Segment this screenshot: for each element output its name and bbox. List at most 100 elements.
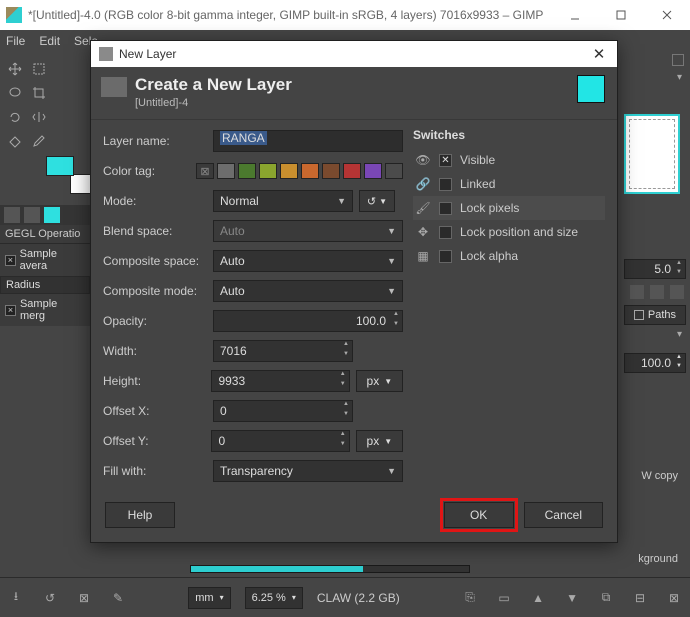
chevron-down-icon[interactable]: ▾ — [677, 329, 682, 341]
dock-tab-icon[interactable] — [4, 207, 20, 223]
opacity-value: 100.0 — [356, 314, 386, 328]
switch-row: 🖌Lock pixels — [413, 196, 605, 220]
close-button[interactable] — [644, 0, 690, 30]
anchor-icon[interactable]: ⎘ — [462, 590, 478, 606]
dialog-icon — [99, 47, 113, 61]
dialog-header: Create a New Layer [Untitled]-4 — [91, 67, 617, 120]
switch-checkbox[interactable] — [439, 178, 452, 191]
dialog-close-button[interactable]: ✕ — [585, 45, 613, 63]
fill-value: Transparency — [220, 464, 293, 478]
color-tag-swatch[interactable]: ⊠ — [196, 163, 214, 179]
width-label: Width: — [103, 344, 207, 358]
alpha-icon: ▦ — [415, 248, 431, 264]
merge-icon[interactable]: ⊟ — [632, 590, 648, 606]
color-tag-swatch[interactable] — [238, 163, 256, 179]
app-icon — [6, 7, 22, 23]
dock-icon[interactable] — [650, 285, 664, 299]
dock-tab-icon[interactable] — [24, 207, 40, 223]
dock-icon[interactable] — [670, 285, 684, 299]
composite-space-value: Auto — [220, 254, 245, 268]
layer-opacity-spinbox[interactable]: 100.0 ▲▼ — [624, 353, 686, 373]
switch-checkbox[interactable] — [439, 226, 452, 239]
blend-space-combo[interactable]: Auto▼ — [213, 220, 403, 242]
chevron-down-icon[interactable]: ▾ — [677, 72, 682, 84]
fg-color-swatch[interactable] — [46, 156, 74, 176]
maximize-button[interactable] — [598, 0, 644, 30]
flip-tool-icon[interactable] — [28, 106, 50, 128]
zoom-label: 6.25 % — [252, 592, 286, 604]
sample-merged-checkbox[interactable]: × — [5, 305, 16, 316]
composite-mode-combo[interactable]: Auto▼ — [213, 280, 403, 302]
bucket-fill-icon[interactable] — [4, 130, 26, 152]
crop-tool-icon[interactable] — [28, 82, 50, 104]
fill-combo[interactable]: Transparency▼ — [213, 460, 403, 482]
new-layer-icon[interactable]: ▭ — [496, 590, 512, 606]
eyedropper-icon[interactable] — [28, 130, 50, 152]
color-tag-swatch[interactable] — [301, 163, 319, 179]
dock-expand-icon[interactable] — [672, 54, 684, 66]
offset-unit-label: px — [367, 434, 380, 448]
composite-space-combo[interactable]: Auto▼ — [213, 250, 403, 272]
color-tag-swatch[interactable] — [364, 163, 382, 179]
minimize-button[interactable] — [552, 0, 598, 30]
switches-column: Switches 👁✕Visible🔗Linked🖌Lock pixels✥Lo… — [413, 126, 605, 486]
zoom-select[interactable]: 6.25 %▾ — [245, 587, 303, 609]
color-tag-swatch[interactable] — [259, 163, 277, 179]
color-tag-swatch[interactable] — [280, 163, 298, 179]
navigation-thumbnail[interactable] — [624, 114, 680, 194]
switch-checkbox[interactable] — [439, 202, 452, 215]
delete-layer-icon[interactable]: ⊠ — [666, 590, 682, 606]
color-tag-swatch[interactable] — [217, 163, 235, 179]
dock-tab-icon[interactable] — [44, 207, 60, 223]
help-button[interactable]: Help — [105, 502, 175, 528]
save-icon[interactable]: ⭳ — [8, 590, 24, 606]
color-tag-swatch[interactable] — [385, 163, 403, 179]
color-swatches[interactable] — [50, 160, 94, 190]
duplicate-icon[interactable]: ⧉ — [598, 590, 614, 606]
lower-icon[interactable]: ▼ — [564, 590, 580, 606]
offset-x-value: 0 — [220, 404, 227, 418]
raise-icon[interactable]: ▲ — [530, 590, 546, 606]
offset-y-spinbox[interactable]: 0▲▼ — [211, 430, 349, 452]
switch-row: ✥Lock position and size — [413, 220, 605, 244]
offset-x-spinbox[interactable]: 0▲▼ — [213, 400, 353, 422]
color-tag-swatch[interactable] — [343, 163, 361, 179]
horizontal-scrollbar[interactable] — [190, 565, 470, 573]
help-button-label: Help — [128, 508, 153, 522]
width-spinbox[interactable]: 7016▲▼ — [213, 340, 353, 362]
color-tag-picker: ⊠ — [196, 163, 403, 179]
menu-edit[interactable]: Edit — [39, 34, 60, 48]
color-tag-swatch[interactable] — [322, 163, 340, 179]
dock-icon[interactable] — [630, 285, 644, 299]
height-spinbox[interactable]: 9933▲▼ — [211, 370, 349, 392]
size-unit-label: px — [367, 374, 380, 388]
sample-averaged-checkbox[interactable]: × — [5, 255, 16, 266]
offset-y-label: Offset Y: — [103, 434, 205, 448]
ok-button[interactable]: OK — [444, 502, 514, 528]
offset-unit-select[interactable]: px▼ — [356, 430, 403, 452]
revert-icon[interactable]: ↺ — [42, 590, 58, 606]
tool-icon[interactable]: ✎ — [110, 590, 126, 606]
unit-select[interactable]: mm▾ — [188, 587, 230, 609]
move-tool-icon[interactable] — [4, 58, 26, 80]
paths-icon — [634, 310, 644, 320]
layer-name-input[interactable]: RANGA — [213, 130, 403, 152]
delete-icon[interactable]: ⊠ — [76, 590, 92, 606]
switch-checkbox[interactable]: ✕ — [439, 154, 452, 167]
size-unit-select[interactable]: px▼ — [356, 370, 403, 392]
rotate-tool-icon[interactable] — [4, 106, 26, 128]
lasso-tool-icon[interactable] — [4, 82, 26, 104]
rect-select-icon[interactable] — [28, 58, 50, 80]
layer-name-peek: W copy — [641, 470, 678, 482]
cancel-button[interactable]: Cancel — [524, 502, 603, 528]
tool-op-label: GEGL Operatio — [0, 225, 90, 244]
radius-field[interactable]: Radius — [0, 276, 90, 294]
mode-combo[interactable]: Normal▼ — [213, 190, 353, 212]
menu-file[interactable]: File — [6, 34, 25, 48]
paths-tab[interactable]: Paths — [624, 305, 686, 325]
opacity-slider[interactable]: 100.0▲▼ — [213, 310, 403, 332]
zoom-spinbox[interactable]: 5.0 ▲▼ — [624, 259, 686, 279]
mode-reset-button[interactable]: ↺▼ — [359, 190, 395, 212]
main-titlebar: *[Untitled]-4.0 (RGB color 8-bit gamma i… — [0, 0, 690, 30]
switch-checkbox[interactable] — [439, 250, 452, 263]
